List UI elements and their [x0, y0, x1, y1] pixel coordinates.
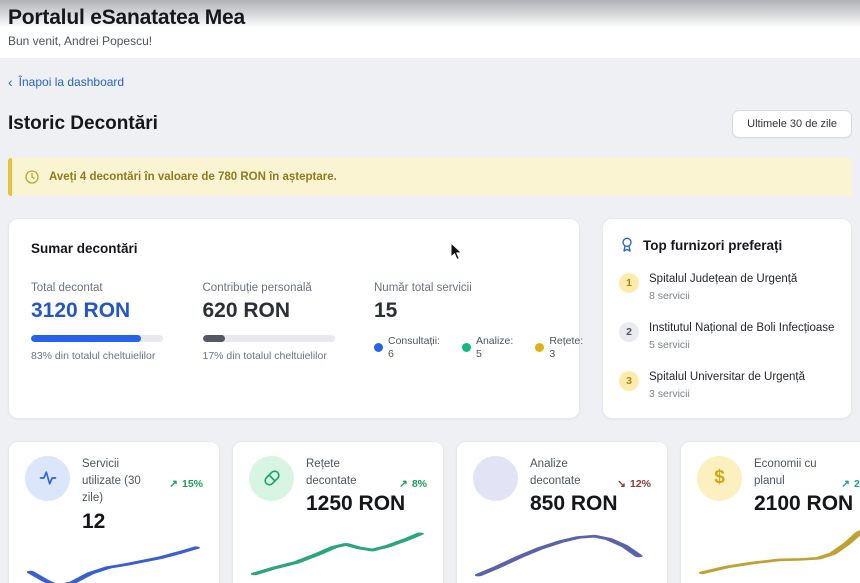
legend-value: 3 — [549, 348, 583, 360]
stat-card-services-used: Servicii utilizate (30 zile) 12 ↗ 15% Cr… — [8, 441, 220, 583]
chevron-left-icon: ‹ — [8, 75, 13, 89]
provider-name: Institutul Național de Boli Infecțioase — [649, 321, 834, 336]
pill-icon — [249, 456, 294, 501]
summary-card-title: Sumar decontări — [31, 241, 557, 256]
metric-personal-contribution: Contribuție personală 620 RON 17% din to… — [203, 282, 375, 362]
trending-up-icon: ↗ — [841, 478, 850, 490]
metric-caption: 83% din totalul cheltuielilor — [31, 350, 203, 362]
legend-item-prescriptions: Rețete: 3 — [535, 335, 583, 360]
trend-value: 15% — [182, 478, 203, 490]
stat-card-value: 2100 RON — [754, 492, 860, 516]
mouse-cursor — [450, 242, 464, 262]
rank-badge: 3 — [619, 371, 639, 391]
metric-value: 3120 RON — [31, 299, 203, 323]
settlement-summary-card: Sumar decontări Total decontat 3120 RON … — [8, 218, 580, 419]
metric-total-services: Număr total servicii 15 Consultații: 6 A… — [374, 282, 557, 362]
welcome-message: Bun venit, Andrei Popescu! — [8, 34, 850, 48]
provider-item[interactable]: 2 Institutul Național de Boli Infecțioas… — [619, 321, 835, 351]
metric-label: Număr total servicii — [374, 282, 557, 294]
sparkline-chart — [251, 524, 427, 582]
period-filter-button[interactable]: Ultimele 30 de zile — [732, 110, 852, 138]
legend-item-consultations: Consultații: 6 — [374, 335, 440, 360]
legend-value: 6 — [388, 348, 440, 360]
metric-caption: 17% din totalul cheltuielilor — [203, 350, 375, 362]
stat-card-value: 12 — [82, 510, 203, 534]
progress-fill — [31, 335, 141, 342]
provider-name: Spitalul Universitar de Urgență — [649, 370, 805, 385]
pending-settlements-alert: Aveți 4 decontări în valoare de 780 RON … — [8, 158, 852, 196]
rank-badge: 2 — [619, 322, 639, 342]
activity-icon — [25, 456, 70, 501]
stat-card-analyses: Analize decontate 850 RON ↘ 12% Scădere … — [456, 441, 668, 583]
services-legend: Consultații: 6 Analize: 5 — [374, 335, 557, 360]
trending-up-icon: ↗ — [169, 478, 178, 490]
provider-services: 5 servicii — [649, 339, 834, 351]
legend-label: Consultații: — [388, 335, 440, 347]
metric-value: 620 RON — [203, 299, 375, 323]
trend-value: 12% — [630, 478, 651, 490]
stat-card-value: 1250 RON — [306, 492, 427, 516]
providers-card-title: Top furnizori preferați — [643, 238, 782, 253]
progress-bar — [203, 335, 335, 342]
provider-services: 3 servicii — [649, 388, 805, 400]
trend-value: 8% — [412, 478, 427, 490]
stat-card-prescriptions: Rețete decontate 1250 RON ↗ 8% Creștere … — [232, 441, 444, 583]
blue-dot-icon — [374, 343, 383, 352]
legend-label: Rețete: — [549, 335, 583, 347]
stat-card-value: 850 RON — [530, 492, 651, 516]
metric-total-settled: Total decontat 3120 RON 83% din totalul … — [31, 282, 203, 362]
metric-label: Contribuție personală — [203, 282, 375, 294]
metric-value: 15 — [374, 299, 557, 323]
sparkline-chart — [475, 524, 651, 582]
provider-name: Spitalul Județean de Urgență — [649, 272, 797, 287]
progress-bar — [31, 335, 163, 342]
provider-item[interactable]: 3 Spitalul Universitar de Urgență 3 serv… — [619, 370, 835, 400]
sparkline-chart — [699, 524, 860, 582]
award-icon — [619, 237, 635, 253]
back-link-label: Înapoi la dashboard — [19, 75, 124, 89]
legend-label: Analize: — [476, 335, 513, 347]
trending-down-icon: ↘ — [617, 478, 626, 490]
metric-label: Total decontat — [31, 282, 203, 294]
trending-up-icon: ↗ — [399, 478, 408, 490]
yellow-dot-icon — [535, 343, 544, 352]
dollar-icon: $ — [697, 456, 742, 501]
alert-text: Aveți 4 decontări în valoare de 780 RON … — [49, 171, 337, 183]
app-title: Portalul eSanatatea Mea — [8, 6, 850, 30]
page-title: Istoric Decontări — [8, 113, 158, 135]
analyses-icon — [473, 456, 518, 501]
progress-fill — [203, 335, 225, 342]
app-header: Portalul eSanatatea Mea Bun venit, Andre… — [0, 0, 860, 58]
green-dot-icon — [462, 343, 471, 352]
provider-item[interactable]: 1 Spitalul Județean de Urgență 8 servici… — [619, 272, 835, 302]
back-to-dashboard-link[interactable]: ‹ Înapoi la dashboard — [8, 75, 124, 89]
clock-icon — [24, 169, 40, 185]
trend-value: 23% — [854, 478, 860, 490]
top-providers-card: Top furnizori preferați 1 Spitalul Județ… — [602, 218, 852, 419]
sparkline-chart — [27, 542, 203, 583]
provider-services: 8 servicii — [649, 290, 797, 302]
rank-badge: 1 — [619, 273, 639, 293]
legend-item-analyses: Analize: 5 — [462, 335, 513, 360]
legend-value: 5 — [476, 348, 513, 360]
stat-card-plan-savings: $ Economii cu planul 2100 RON ↗ 23% Creș… — [680, 441, 860, 583]
